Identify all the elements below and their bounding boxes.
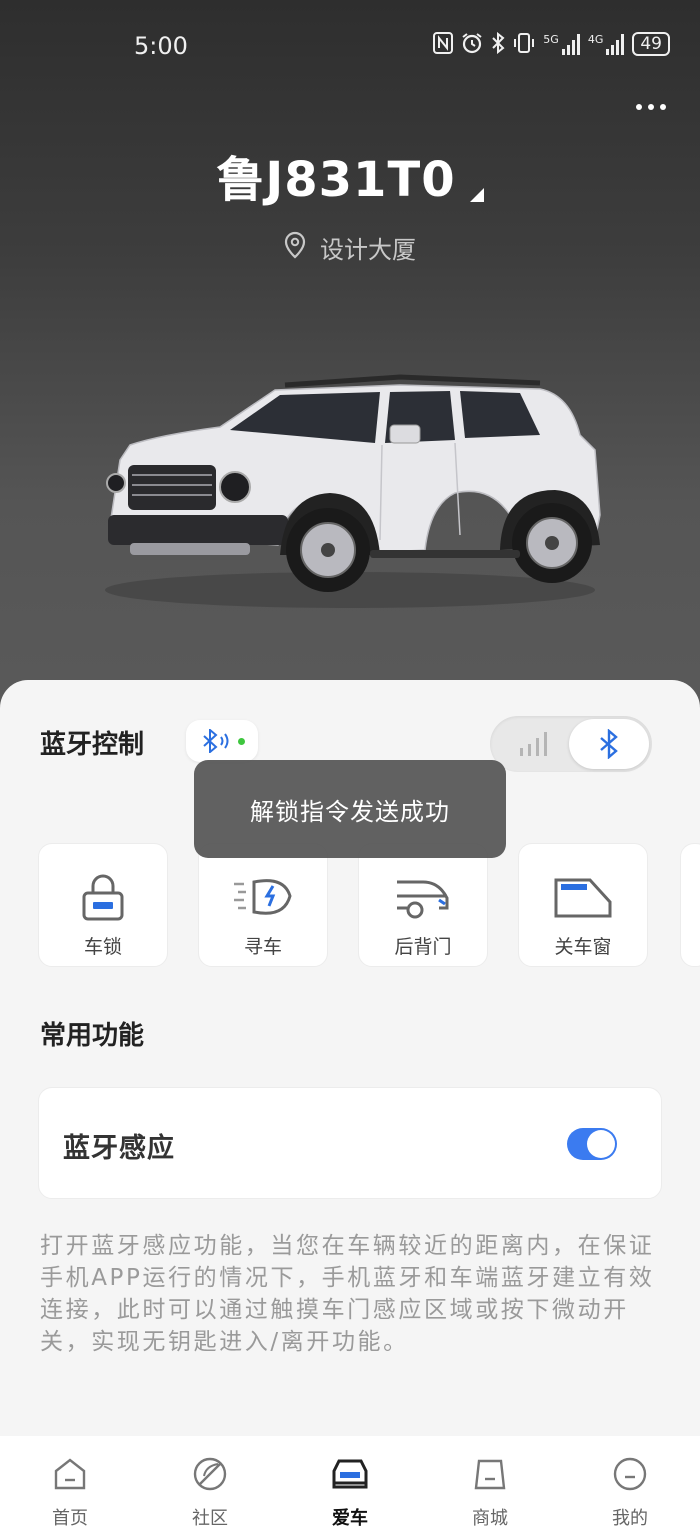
more-dot-icon: [660, 104, 666, 110]
find-car-icon: [232, 866, 294, 928]
bluetooth-icon: [600, 729, 618, 759]
bluetooth-sense-card: 蓝牙感应: [38, 1087, 662, 1199]
tab-community-label: 社区: [192, 1508, 228, 1529]
vibrate-icon: [513, 32, 535, 56]
find-car-label: 寻车: [243, 936, 282, 958]
home-icon: [53, 1456, 87, 1492]
tailgate-button[interactable]: 后背门: [358, 843, 488, 967]
find-car-button[interactable]: 寻车: [198, 843, 328, 967]
location-text: 设计大厦: [320, 236, 416, 264]
plate-number: 鲁J831T0: [216, 152, 456, 208]
bluetooth-mode-option[interactable]: [569, 719, 649, 769]
window-icon: [554, 866, 612, 928]
toggle-knob: [587, 1130, 615, 1158]
plate-selector[interactable]: 鲁J831T0: [216, 140, 484, 210]
connection-mode-toggle[interactable]: [490, 716, 652, 772]
bluetooth-signal-icon: [202, 729, 228, 753]
bluetooth-sense-label: 蓝牙感应: [63, 1133, 175, 1164]
online-status-dot: [237, 737, 245, 745]
tab-profile[interactable]: 我的: [560, 1436, 700, 1540]
close-window-button[interactable]: 关车窗: [518, 843, 648, 967]
profile-icon: [612, 1456, 648, 1492]
community-icon: [192, 1456, 228, 1492]
tab-home-label: 首页: [52, 1508, 88, 1529]
bluetooth-control-title: 蓝牙控制: [40, 730, 145, 760]
bluetooth-status-icon: [491, 31, 505, 56]
tab-profile-label: 我的: [612, 1508, 648, 1529]
tab-mall[interactable]: 商城: [420, 1436, 560, 1540]
lock-icon: [81, 866, 125, 928]
vehicle-controls: 车锁 寻车 后背门 关车窗: [38, 843, 648, 967]
more-control-card[interactable]: [680, 843, 700, 967]
signal-5g-label: 5G: [543, 33, 559, 46]
caret-down-icon: [469, 188, 484, 202]
close-window-label: 关车窗: [554, 936, 612, 958]
nfc-icon: [433, 32, 454, 56]
tab-car-label: 爱车: [332, 1508, 368, 1529]
signal-4g-label: 4G: [587, 33, 604, 46]
location-pin-icon: [284, 231, 306, 265]
tab-mall-label: 商城: [472, 1508, 508, 1529]
tailgate-label: 后背门: [394, 936, 452, 958]
common-functions-title: 常用功能: [40, 1021, 145, 1051]
bluetooth-sense-toggle[interactable]: [567, 1128, 617, 1160]
tailgate-icon: [395, 866, 451, 928]
more-menu-button[interactable]: [636, 104, 666, 110]
battery-indicator: 49: [632, 32, 670, 56]
mall-icon: [473, 1456, 507, 1492]
status-time: 5:00: [134, 32, 188, 60]
tab-home[interactable]: 首页: [0, 1436, 140, 1540]
vehicle-image: [105, 374, 601, 608]
bluetooth-sense-description: 打开蓝牙感应功能，当您在车辆较近的距离内，在保证手机APP运行的情况下，手机蓝牙…: [40, 1233, 655, 1355]
bottom-tab-bar: 首页 社区 爱车 商城 我的: [0, 1436, 700, 1540]
lock-control-label: 车锁: [83, 936, 122, 958]
unlock-success-toast: 解锁指令发送成功: [194, 760, 506, 858]
tab-car[interactable]: 爱车: [280, 1436, 420, 1540]
lock-control-button[interactable]: 车锁: [38, 843, 168, 967]
cellular-signal-icon: [520, 732, 547, 756]
car-icon: [330, 1456, 370, 1492]
cellular-mode-option[interactable]: [494, 719, 574, 769]
alarm-icon: [461, 32, 483, 56]
more-dot-icon: [636, 104, 642, 110]
vehicle-location: 设计大厦: [0, 230, 700, 265]
tab-community[interactable]: 社区: [140, 1436, 280, 1540]
status-icons: 5G 4G 49: [433, 31, 670, 56]
signal-5g-icon: 5G: [543, 33, 580, 55]
vehicle-header: 鲁J831T0: [0, 140, 700, 210]
signal-4g-icon: 4G: [588, 33, 625, 55]
status-bar: 5:00 5G 4G 49: [0, 0, 700, 90]
more-dot-icon: [648, 104, 654, 110]
bluetooth-connection-badge: [186, 720, 258, 762]
